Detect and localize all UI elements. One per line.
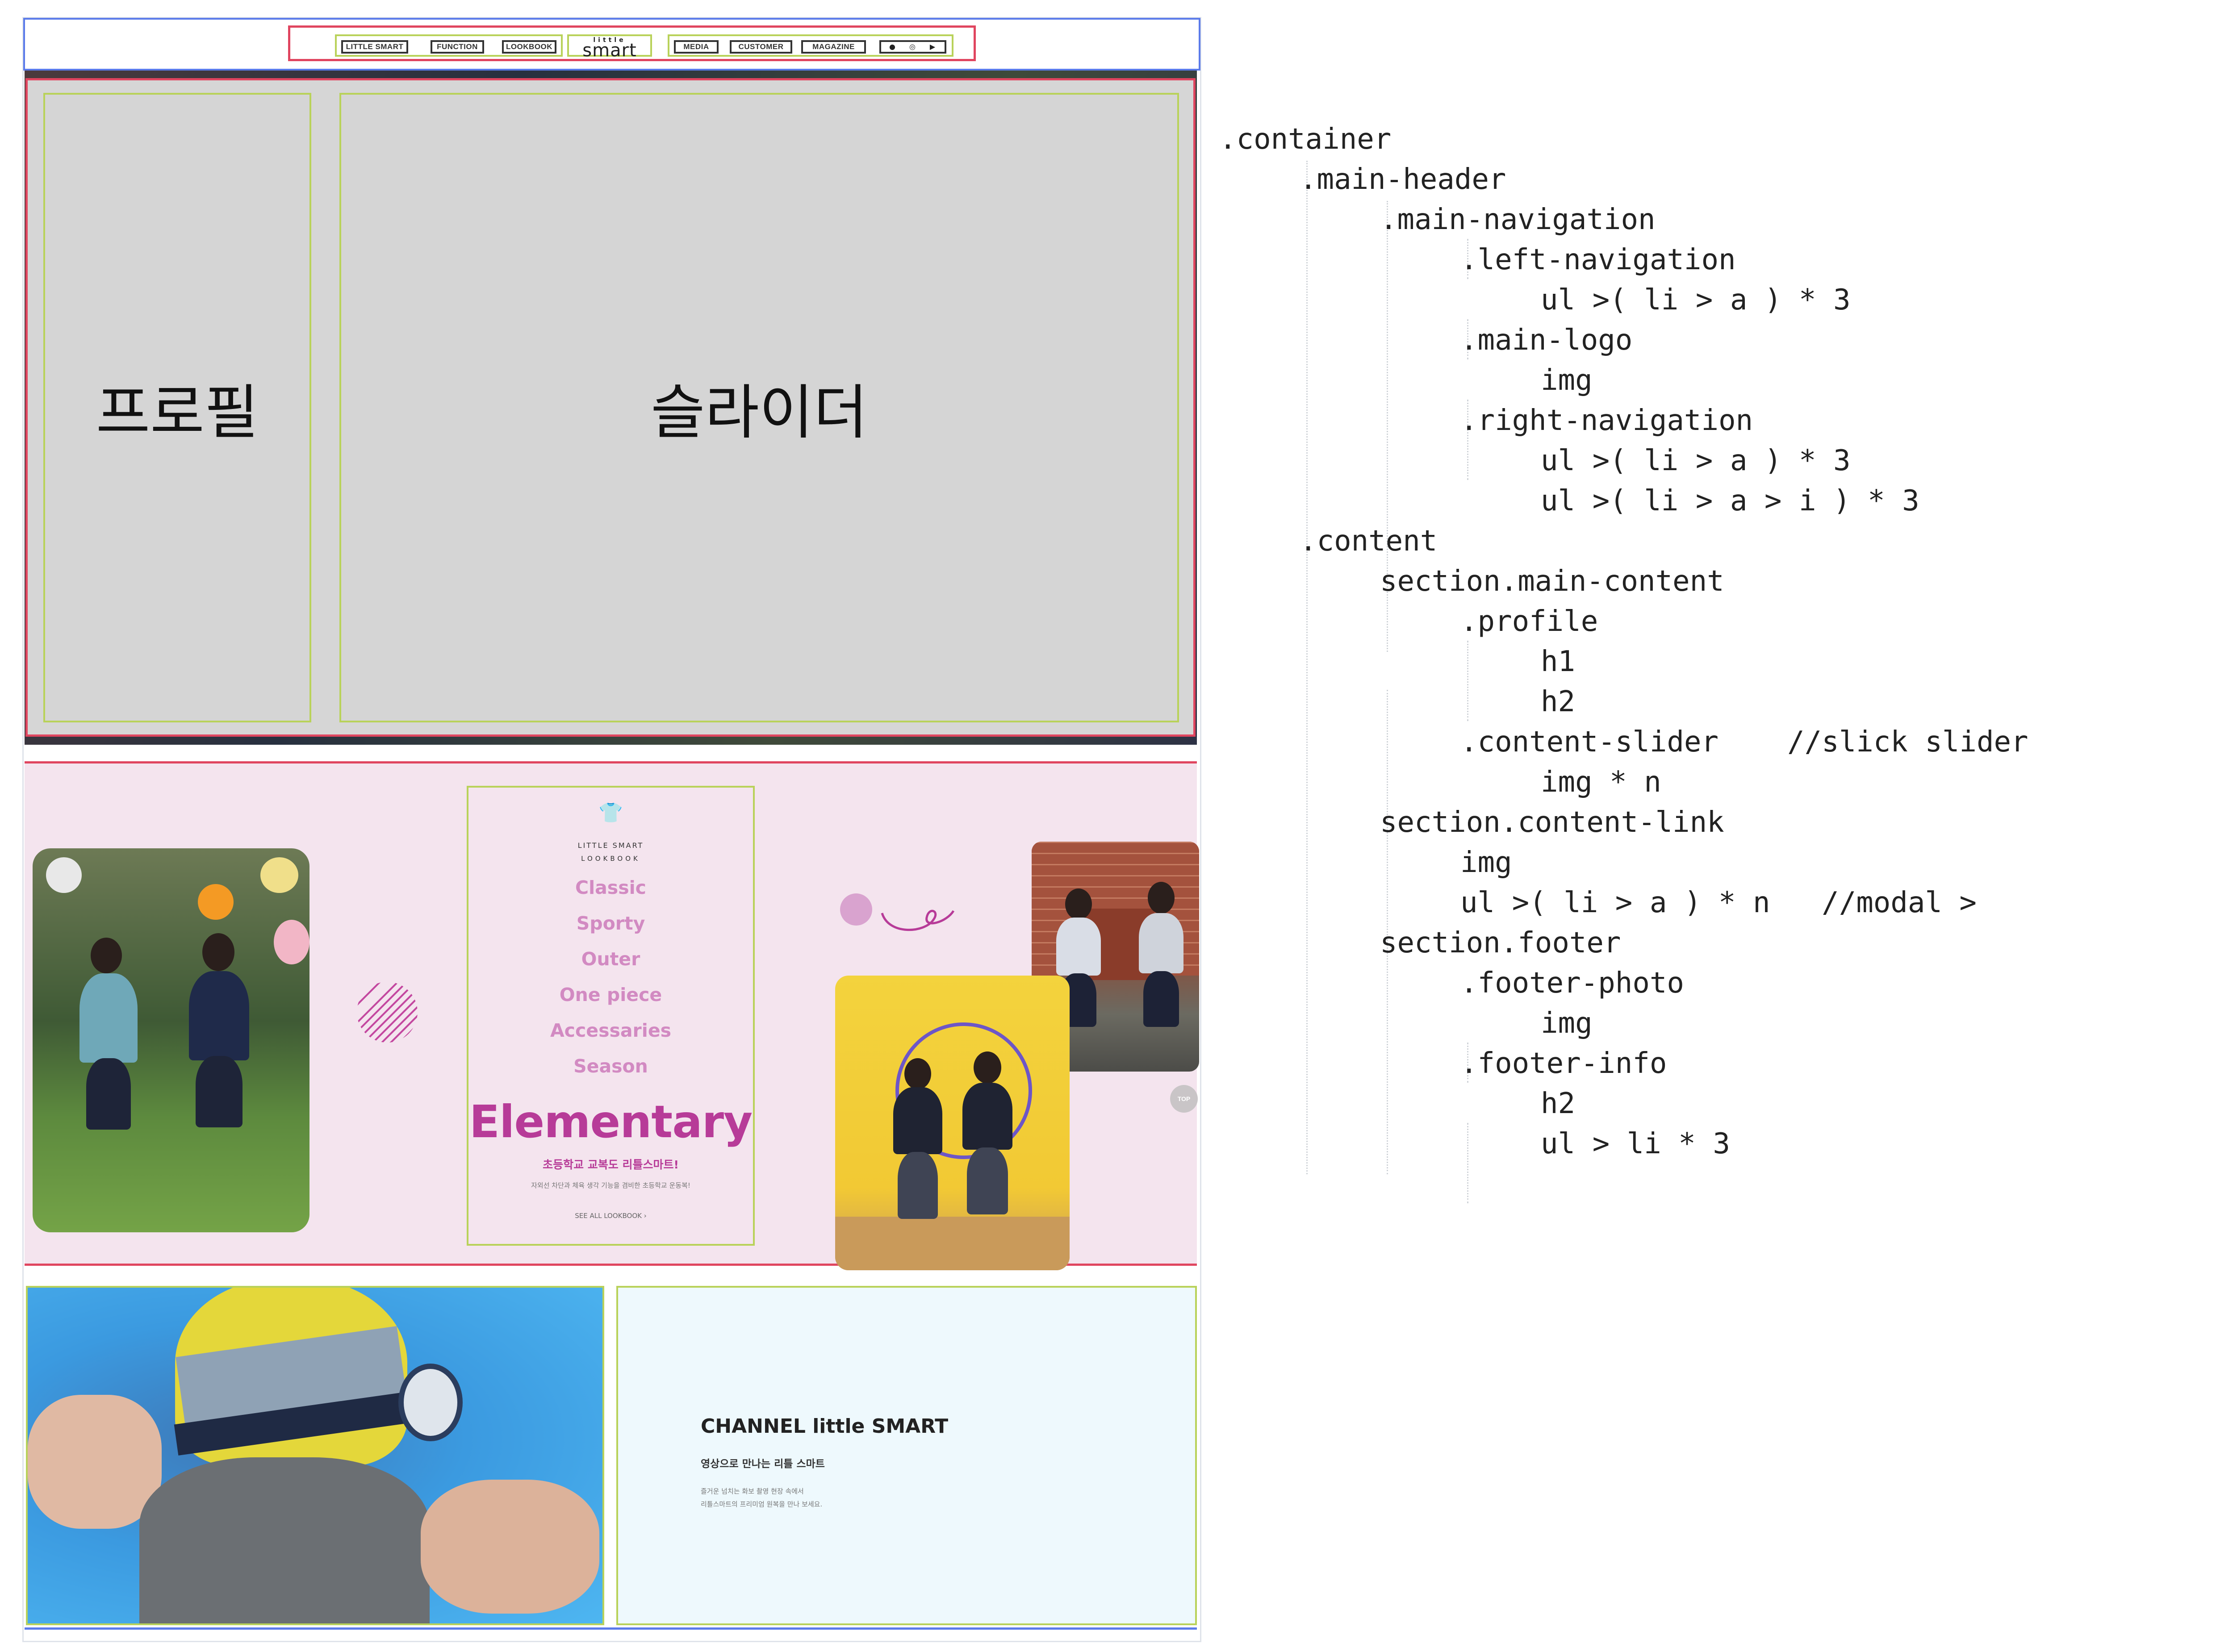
code-line: h1: [1541, 645, 1576, 678]
code-line: .content-slider //slick slider: [1460, 726, 2028, 759]
lookbook-item-sporty[interactable]: Sporty: [468, 913, 753, 934]
lookbook-brand: LITTLE SMART: [577, 841, 644, 850]
lookbook-item-accessaries[interactable]: Accessaries: [468, 1020, 753, 1041]
uniform-icon: 👕: [598, 801, 623, 824]
lookbook-sub: LOOKBOOK: [581, 855, 640, 863]
nav-function[interactable]: FUNCTION: [431, 40, 484, 54]
logo-smart-text: smart: [582, 40, 637, 61]
main-logo[interactable]: little smart: [567, 34, 652, 61]
footer-info: CHANNEL little SMART 영상으로 만나는 리틀 스마트 즐거운…: [616, 1286, 1197, 1625]
tree-guide-7: [1467, 641, 1468, 721]
nav-lookbook[interactable]: LOOKBOOK: [502, 40, 556, 54]
code-line: section.footer: [1380, 926, 1621, 959]
lookbook-heading: 초등학교 교복도 리틀스마트!: [543, 1158, 679, 1171]
profile-box: 프로필: [43, 93, 311, 722]
code-line: h2: [1541, 1087, 1576, 1120]
code-line: ul > li * 3: [1541, 1127, 1730, 1160]
see-all-lookbook-link[interactable]: SEE ALL LOOKBOOK ›: [468, 1212, 753, 1220]
code-line: .main-navigation: [1380, 203, 1656, 236]
youtube-icon[interactable]: ▶: [926, 41, 939, 53]
lookbook-item-classic[interactable]: Classic: [468, 877, 753, 898]
profile-label: 프로필: [96, 378, 259, 447]
code-line: ul >( li > a ) * 3: [1541, 284, 1851, 317]
code-line: ul >( li > a > i ) * 3: [1541, 484, 1919, 517]
code-line: section.main-content: [1380, 565, 1724, 598]
nav-customer[interactable]: CUSTOMER: [730, 40, 792, 54]
main-navigation: LITTLE SMART FUNCTION LOOKBOOK little sm…: [288, 25, 976, 61]
kids-balloons-photo[interactable]: [33, 848, 309, 1232]
code-line: .right-navigation: [1460, 404, 1753, 437]
code-line: img * n: [1541, 766, 1661, 799]
tree-guide-9: [1467, 1123, 1468, 1203]
code-line: .profile: [1460, 605, 1598, 638]
code-line: img: [1541, 364, 1593, 397]
code-line: ul >( li > a ) * 3: [1541, 444, 1851, 477]
code-line: img: [1541, 1007, 1593, 1040]
footer-line-1: 즐거운 넘치는 화보 촬영 현장 속에서: [701, 1487, 804, 1495]
nav-magazine[interactable]: MAGAZINE: [801, 40, 866, 54]
code-line: img: [1460, 846, 1512, 879]
lookbook-item-one-piece[interactable]: One piece: [468, 984, 753, 1005]
code-line: .footer-info: [1460, 1047, 1667, 1080]
footer-title: CHANNEL little SMART: [701, 1415, 949, 1438]
footer-photo: [26, 1286, 604, 1625]
code-line: .main-header: [1300, 163, 1506, 196]
instagram-icon[interactable]: ◎: [906, 41, 919, 53]
slider-label: 슬라이더: [651, 378, 868, 447]
code-line: ul >( li > a ) * n //modal >: [1460, 886, 1977, 919]
code-line: .content: [1300, 525, 1438, 558]
html-structure-tree: .container .main-header .main-navigation…: [1219, 123, 2202, 1203]
code-line: h2: [1541, 685, 1576, 718]
lookbook-title: Elementary: [469, 1096, 753, 1148]
footer-subtitle: 영상으로 만나는 리틀 스마트: [701, 1458, 825, 1470]
facebook-icon[interactable]: ●: [886, 41, 899, 53]
squiggle-decoration: [840, 893, 955, 931]
lookbook-description: 자외선 차단과 체육 생각 기능을 겸비한 초등학교 운동복!: [531, 1181, 690, 1189]
lookbook-item-season[interactable]: Season: [468, 1055, 753, 1077]
lookbook-item-outer[interactable]: Outer: [468, 948, 753, 970]
nav-media[interactable]: MEDIA: [674, 40, 719, 54]
lookbook-menu: 👕 LITTLE SMART LOOKBOOK Classic Sporty O…: [467, 786, 755, 1246]
see-all-lookbook-label: SEE ALL LOOKBOOK: [575, 1212, 642, 1220]
kids-hula-hoop-photo[interactable]: [835, 976, 1070, 1270]
footer-line-2: 리틀스마트의 프리미엄 원복을 만나 보세요.: [701, 1500, 823, 1508]
right-navigation: MEDIA CUSTOMER MAGAZINE ● ◎ ▶: [668, 34, 953, 57]
code-line: .left-navigation: [1460, 243, 1736, 276]
scroll-top-button[interactable]: TOP: [1170, 1085, 1198, 1113]
content-slider-box[interactable]: 슬라이더: [339, 93, 1179, 722]
code-line: .container: [1219, 123, 1392, 156]
tree-guide-1: [1306, 161, 1308, 1174]
code-line: section.content-link: [1380, 806, 1724, 839]
code-line: .footer-photo: [1460, 967, 1684, 1000]
nav-little-smart[interactable]: LITTLE SMART: [341, 40, 408, 54]
code-line: .main-logo: [1460, 324, 1633, 357]
chevron-right-icon: ›: [644, 1212, 647, 1220]
striped-circle-decoration: [357, 982, 418, 1043]
left-navigation: LITTLE SMART FUNCTION LOOKBOOK: [335, 34, 563, 57]
